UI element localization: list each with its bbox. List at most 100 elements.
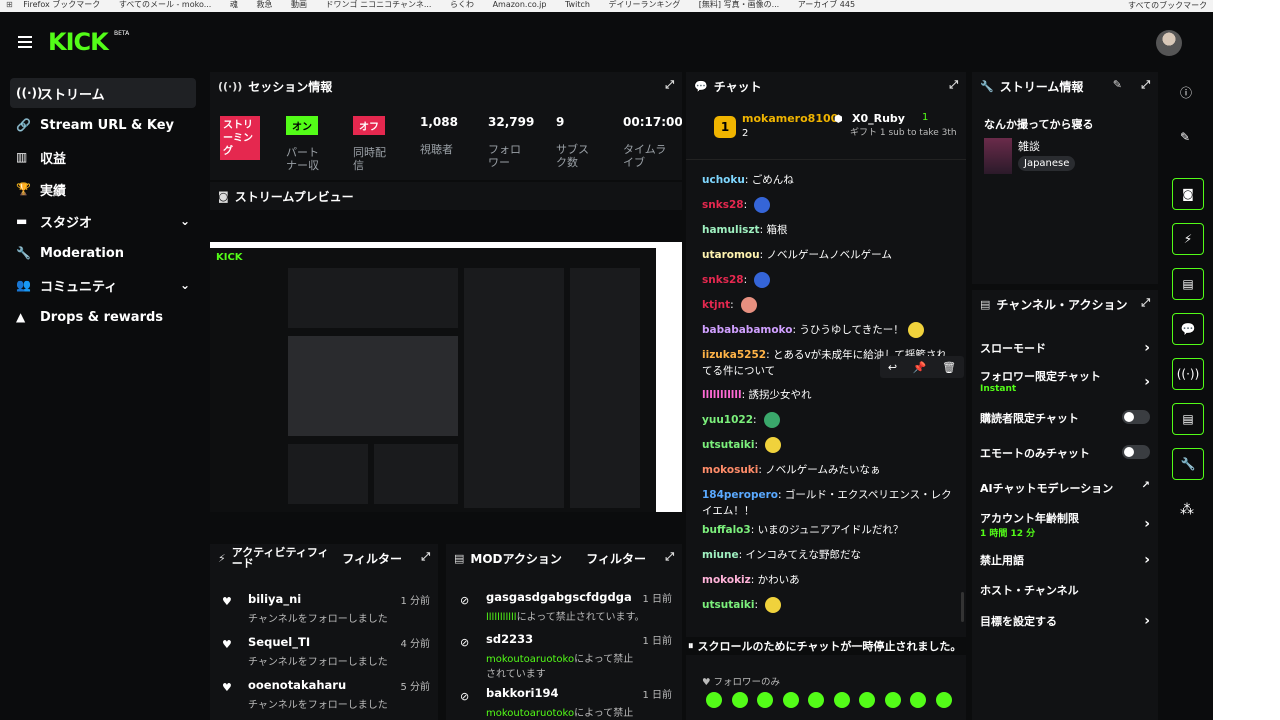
bookmark-9[interactable]: デイリーランキング xyxy=(608,0,680,10)
emote-icon[interactable] xyxy=(910,692,927,708)
add-widget-icon[interactable]: ⁂ xyxy=(1180,502,1194,518)
stream-preview-video[interactable]: KICK xyxy=(210,242,682,512)
chat-message[interactable]: mokosuki: ノベルゲームみたいなぁ xyxy=(702,462,880,477)
bookmark-7[interactable]: Amazon.co.jp xyxy=(493,0,547,10)
emote-icon[interactable] xyxy=(765,437,782,453)
emote-icon[interactable] xyxy=(754,197,771,213)
edit-icon[interactable]: ✎ xyxy=(1113,78,1122,91)
sidebar-item-community[interactable]: 👥 コミュニティ ⌄ xyxy=(10,270,196,300)
bookmark-5[interactable]: ドワンゴ ニコニコチャンネ... xyxy=(326,0,432,10)
rail-preview-button[interactable]: ◙ xyxy=(1172,178,1204,210)
rail-broadcast-button[interactable]: ((·)) xyxy=(1172,358,1204,390)
sidebar-item-stream[interactable]: ((·)) ストリーム xyxy=(10,78,196,108)
chat-username[interactable]: iizuka5252 xyxy=(702,349,766,361)
expand-icon[interactable]: ⤢ xyxy=(665,78,674,92)
avatar[interactable] xyxy=(1156,30,1182,56)
chat-message[interactable]: hamuliszt: 箱根 xyxy=(702,222,787,237)
emote-icon[interactable] xyxy=(808,692,825,708)
rail-info-button[interactable]: 🔧 xyxy=(1172,448,1204,480)
chat-username[interactable]: utaromou xyxy=(702,249,760,261)
top-user-2[interactable]: X0_Ruby xyxy=(852,112,905,125)
emote-icon[interactable] xyxy=(935,692,952,708)
rail-activity-button[interactable]: ⚡ xyxy=(1172,223,1204,255)
expand-icon[interactable]: ⤢ xyxy=(1141,296,1150,310)
mod-by[interactable]: mokoutoaruotoko xyxy=(486,654,574,665)
sidebar-item-revenue[interactable]: ▥ 収益 xyxy=(10,142,196,172)
trash-icon[interactable]: 🗑 xyxy=(942,361,956,374)
mod-by[interactable]: mokoutoaruotoko xyxy=(486,708,574,719)
chat-username[interactable]: miune xyxy=(702,549,739,561)
pencil-icon[interactable]: ✎ xyxy=(1180,130,1190,144)
chat-message[interactable]: snks28: xyxy=(702,197,771,213)
chat-username[interactable]: yuu1022 xyxy=(702,414,753,426)
chat-message[interactable]: miune: インコみてえな野郎だな xyxy=(702,547,861,562)
chat-username[interactable]: mokosuki xyxy=(702,464,758,476)
emote-icon[interactable] xyxy=(907,322,924,338)
mod-user[interactable]: bakkori194 xyxy=(486,686,636,700)
bookmark-all[interactable]: すべてのブックマーク xyxy=(1128,0,1213,12)
chat-message[interactable]: babababamoko: うひうゆしてきたー！ xyxy=(702,322,924,338)
emote-only-toggle[interactable] xyxy=(1122,445,1150,459)
expand-icon[interactable]: ⤢ xyxy=(421,550,430,564)
bookmark-8[interactable]: Twitch xyxy=(565,0,590,10)
chat-username[interactable]: 184peropero xyxy=(702,489,778,501)
mod-user[interactable]: sd2233 xyxy=(486,632,636,646)
chat-message[interactable]: utsutaiki: xyxy=(702,437,782,453)
chat-message[interactable]: yuu1022: xyxy=(702,412,780,428)
bookmark-2[interactable]: 魂 xyxy=(230,0,238,10)
sidebar-item-moderation[interactable]: 🔧 Moderation xyxy=(10,238,196,268)
chat-message[interactable]: utsutaiki: xyxy=(702,597,782,613)
emote-icon[interactable] xyxy=(706,692,722,708)
chat-message[interactable]: 184peropero: ゴールド・エクスペリエンス・レクイエム！！ xyxy=(702,487,952,519)
bookmark-6[interactable]: らくわ xyxy=(450,0,474,10)
chat-username[interactable]: ktjnt xyxy=(702,299,730,311)
account-age-setting[interactable]: アカウント年齢制限 1 時間 12 分 › xyxy=(980,510,1150,539)
emote-icon[interactable] xyxy=(754,272,771,288)
expand-icon[interactable]: ⤢ xyxy=(665,550,674,564)
chat-username[interactable]: snks28 xyxy=(702,274,744,286)
chat-username[interactable]: mokokiz xyxy=(702,574,751,586)
category-name[interactable]: 雑談 xyxy=(1018,138,1040,154)
chat-message[interactable]: lllllllllll: 誘拐少女やれ xyxy=(702,387,811,402)
bookmark-4[interactable]: 動画 xyxy=(291,0,307,10)
chat-username[interactable]: buffalo3 xyxy=(702,524,751,536)
chat-username[interactable]: snks28 xyxy=(702,199,744,211)
ai-moderation-setting[interactable]: AIチャットモデレーション ↗ xyxy=(980,480,1150,496)
rail-actions-button[interactable]: ▤ xyxy=(1172,403,1204,435)
emote-icon[interactable] xyxy=(731,692,748,708)
chat-message[interactable]: mokokiz: かわいあ xyxy=(702,572,800,587)
sidebar-item-achievements[interactable]: 🏆 実績 xyxy=(10,174,196,204)
chat-username[interactable]: babababamoko xyxy=(702,324,792,336)
slow-mode-setting[interactable]: スローモード › xyxy=(980,340,1150,356)
emote-icon[interactable] xyxy=(859,692,876,708)
emote-icon[interactable] xyxy=(833,692,850,708)
chat-message[interactable]: ktjnt: xyxy=(702,297,757,313)
reply-icon[interactable]: ↩ xyxy=(888,361,897,374)
bookmark-0[interactable]: Firefox ブックマーク xyxy=(23,0,100,10)
expand-icon[interactable]: ⤢ xyxy=(1141,78,1150,92)
emote-icon[interactable] xyxy=(763,412,780,428)
host-channel-setting[interactable]: ホスト・チャンネル xyxy=(980,582,1150,598)
followers-only-setting[interactable]: フォロワー限定チャット Instant › xyxy=(980,368,1150,394)
mod-by[interactable]: lllllllllll xyxy=(486,612,517,623)
top-user-1[interactable]: mokamero8100 xyxy=(742,112,838,125)
chat-username[interactable]: lllllllllll xyxy=(702,389,742,401)
expand-icon[interactable]: ⤢ xyxy=(949,78,958,92)
set-goal-setting[interactable]: 目標を設定する › xyxy=(980,613,1150,629)
sidebar-item-drops[interactable]: ▲ Drops & rewards xyxy=(10,302,196,332)
emote-only-setting[interactable]: エモートのみチャット xyxy=(980,445,1150,461)
emote-icon[interactable] xyxy=(884,692,901,708)
menu-icon[interactable] xyxy=(18,36,32,48)
emote-icon[interactable] xyxy=(765,597,782,613)
rail-chat-button[interactable]: 💬 xyxy=(1172,313,1204,345)
emote-icon[interactable] xyxy=(757,692,774,708)
sidebar-item-studio[interactable]: ▬ スタジオ ⌄ xyxy=(10,206,196,236)
bookmark-10[interactable]: [無料] 写真・画像の... xyxy=(699,0,779,10)
chat-username[interactable]: hamuliszt xyxy=(702,224,760,236)
bookmark-3[interactable]: 救急 xyxy=(256,0,272,10)
sidebar-item-stream-url[interactable]: 🔗 Stream URL & Key xyxy=(10,110,196,140)
rail-mod-button[interactable]: ▤ xyxy=(1172,268,1204,300)
filter-button[interactable]: フィルター xyxy=(342,550,402,567)
chat-message[interactable]: utaromou: ノベルゲームノベルゲーム xyxy=(702,247,892,262)
chat-username[interactable]: uchoku xyxy=(702,174,745,186)
